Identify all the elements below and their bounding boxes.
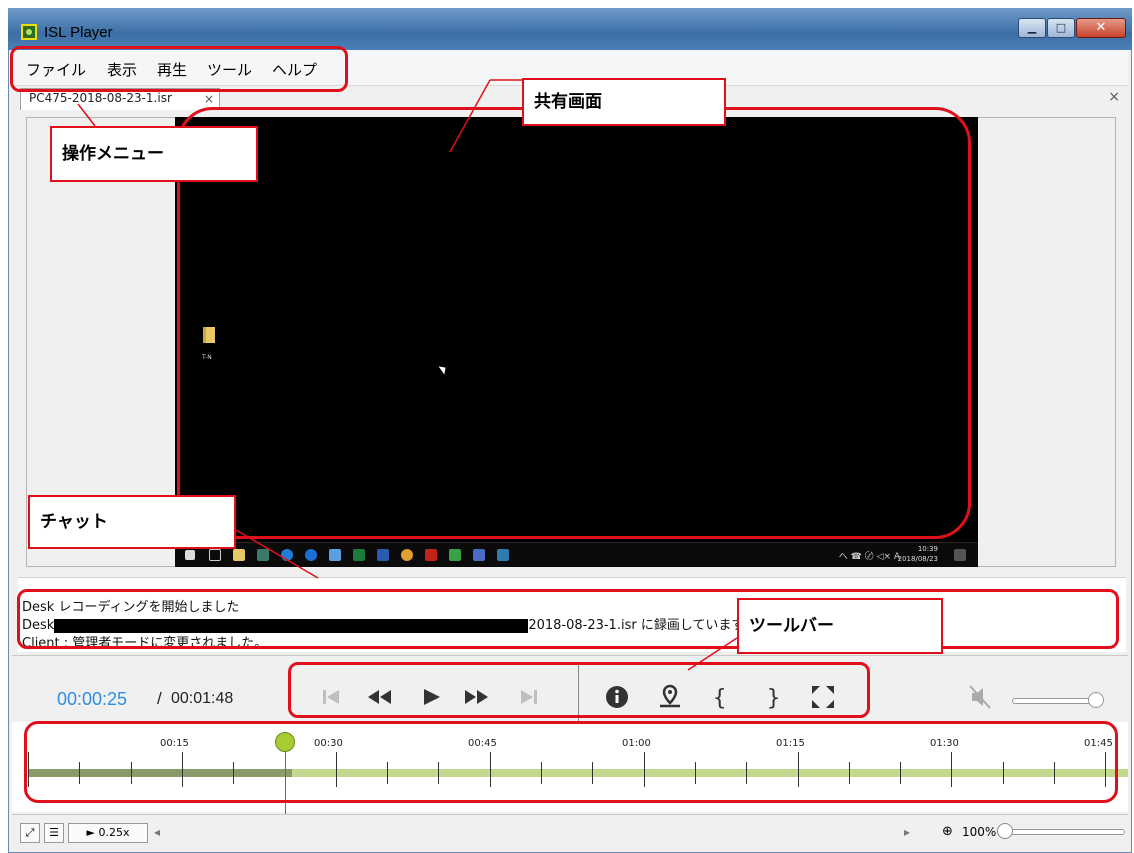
annotation-box-timeline [24, 721, 1118, 803]
word-icon [377, 549, 389, 561]
list-icon[interactable]: ☰ [44, 823, 64, 843]
app-icon-3 [449, 549, 461, 561]
volume-slider[interactable] [1012, 698, 1100, 704]
edge-icon [281, 549, 293, 561]
remote-taskbar: へ ☎ 〄 ◁× A 10:39 2018/08/23 [175, 542, 978, 567]
annotation-box-chat [17, 589, 1119, 649]
tab-close-icon[interactable]: × [204, 92, 214, 106]
acrobat-icon [425, 549, 437, 561]
system-tray: へ ☎ 〄 ◁× A [838, 552, 900, 562]
callout-chat: チャット [28, 495, 236, 549]
task-view-icon [209, 549, 221, 561]
minimize-button[interactable]: ▁ [1018, 18, 1046, 38]
annotation-box-menu [10, 46, 348, 92]
app-icon-1 [257, 549, 269, 561]
close-all-tabs-icon[interactable]: × [1108, 89, 1120, 105]
zoom-icon: ⊕ [942, 824, 953, 839]
expand-icon[interactable]: ⤢ [20, 823, 40, 843]
app-icon-5 [497, 549, 509, 561]
annotation-box-toolbar [288, 662, 870, 718]
app-icon-4 [473, 549, 485, 561]
tab-label: PC475-2018-08-23-1.isr [29, 91, 172, 105]
clock-date: 2018/08/23 [897, 555, 938, 563]
volume-knob[interactable] [1088, 692, 1104, 708]
speed-button[interactable]: ► 0.25x [68, 823, 148, 843]
scroll-right-icon[interactable]: ▸ [904, 825, 910, 839]
explorer-icon [233, 549, 245, 561]
notification-icon [954, 549, 966, 561]
zoom-knob[interactable] [997, 823, 1013, 839]
time-separator: / [157, 689, 162, 708]
app-icon [21, 24, 37, 40]
clock-time: 10:39 [917, 545, 938, 553]
callout-operation-menu: 操作メニュー [50, 126, 258, 182]
title-bar: ISL Player ▁ □ ✕ [8, 8, 1132, 50]
maximize-button[interactable]: □ [1047, 18, 1075, 38]
status-bar: ⤢ ☰ ► 0.25x ◂ ▸ ⊕ 100% [12, 814, 1128, 848]
zoom-level: 100% [962, 825, 997, 839]
callout-toolbar: ツールバー [737, 598, 943, 654]
remote-clock: 10:39 2018/08/23 [898, 544, 938, 564]
ie-icon [305, 549, 317, 561]
callout-shared-screen: 共有画面 [522, 78, 726, 126]
zoom-slider[interactable] [997, 829, 1125, 835]
mute-icon[interactable] [966, 682, 996, 712]
annotation-box-screen [177, 107, 971, 539]
excel-icon [353, 549, 365, 561]
window-title: ISL Player [44, 24, 113, 41]
app-icon-2 [329, 549, 341, 561]
scroll-left-icon[interactable]: ◂ [154, 825, 160, 839]
current-time: 00:00:25 [57, 689, 128, 709]
windows-start-icon [185, 550, 195, 560]
total-time: 00:01:48 [171, 690, 234, 707]
close-window-button[interactable]: ✕ [1076, 18, 1126, 38]
chrome-icon [401, 549, 413, 561]
